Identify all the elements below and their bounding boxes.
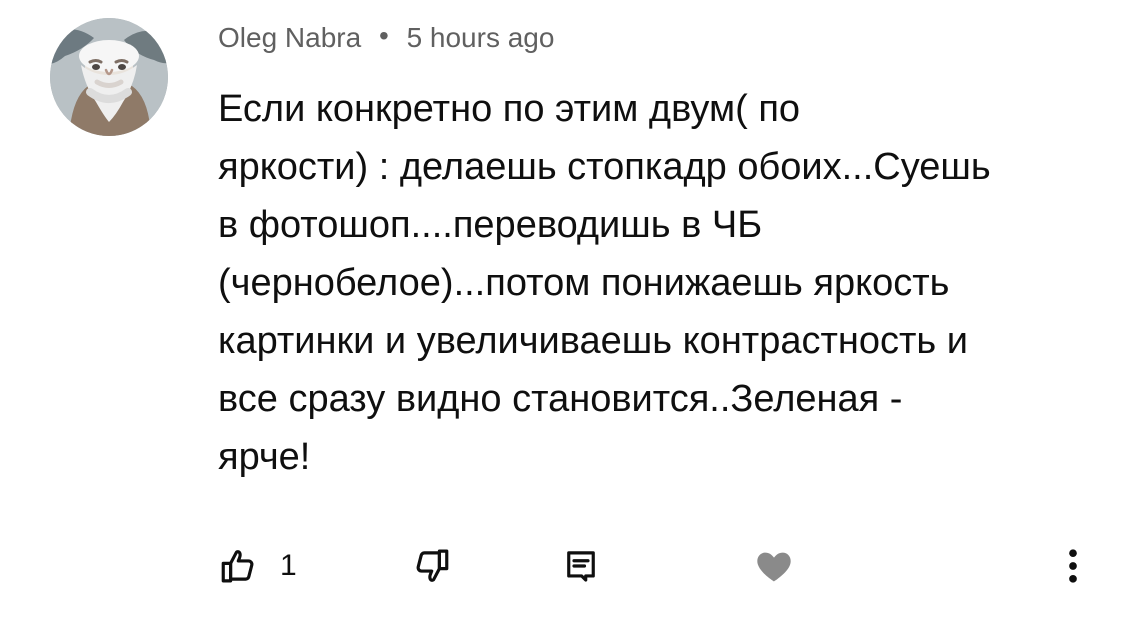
dislike-button[interactable] xyxy=(410,540,452,592)
comment-timestamp[interactable]: 5 hours ago xyxy=(407,22,555,53)
thumbs-up-icon[interactable] xyxy=(218,545,260,587)
avatar[interactable] xyxy=(50,18,168,136)
like-button[interactable]: 1 xyxy=(218,540,297,592)
comment-actions: 1 xyxy=(0,540,1125,600)
more-button[interactable] xyxy=(1060,540,1086,592)
heart-button[interactable] xyxy=(752,540,796,592)
comment-text: Если конкретно по этим двум( по яркости)… xyxy=(218,88,991,478)
author-name[interactable]: Oleg Nabra xyxy=(218,22,361,53)
thumbs-down-icon[interactable] xyxy=(410,545,452,587)
comment-card: Oleg Nabra • 5 hours ago Если конкретно … xyxy=(0,0,1125,621)
meta-separator: • xyxy=(378,20,389,51)
heart-icon[interactable] xyxy=(752,544,796,588)
comment-meta: Oleg Nabra • 5 hours ago xyxy=(218,20,554,56)
reply-button[interactable] xyxy=(560,540,602,592)
like-count: 1 xyxy=(280,549,297,582)
more-vertical-icon[interactable] xyxy=(1060,544,1086,588)
reply-icon[interactable] xyxy=(560,545,602,587)
